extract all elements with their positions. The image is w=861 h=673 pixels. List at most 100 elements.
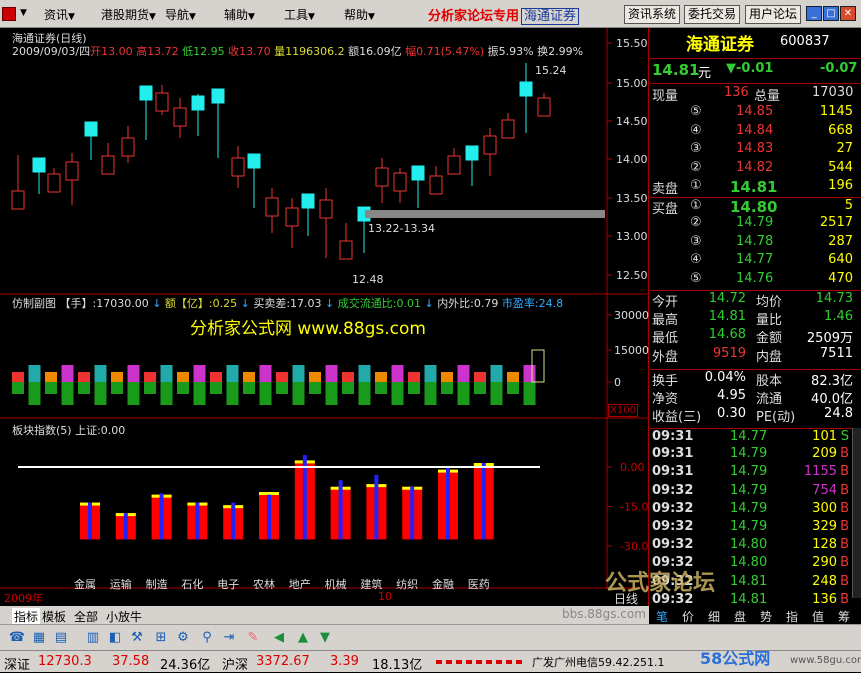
calc-icon[interactable]: ⊞ <box>152 629 170 647</box>
forum-button[interactable]: 用户论坛 <box>745 5 801 24</box>
kline-icon[interactable]: ◧ <box>106 629 124 647</box>
maximize-icon[interactable]: □ <box>823 6 839 21</box>
quote-tab[interactable]: 筹 <box>838 608 850 625</box>
news-system-button[interactable]: 资讯系统 <box>624 5 680 24</box>
quote-tab[interactable]: 值 <box>812 608 824 625</box>
phone-icon[interactable]: ☎ <box>8 629 26 647</box>
volume-line: 现量 136 总量 17030 <box>650 83 861 104</box>
level-price: 14.80 <box>730 197 778 216</box>
orderbook-row[interactable]: ② 14.79 2517 <box>650 215 861 233</box>
level-volume: 287 <box>828 233 853 249</box>
chart-icon[interactable]: ▥ <box>84 629 102 647</box>
volume-bar-up <box>309 372 321 382</box>
quote-tab[interactable]: 指 <box>786 608 798 625</box>
quote-tab[interactable]: 价 <box>682 608 694 625</box>
close-icon[interactable]: ✕ <box>840 6 856 21</box>
tab-template[interactable]: 模板 <box>42 608 66 625</box>
level-price: 14.84 <box>736 122 774 138</box>
candle-body <box>247 153 261 169</box>
chart-area[interactable]: 15.50 15.00 14.50 14.00 13.50 13.00 12.50 3000… <box>0 28 649 606</box>
menu-futures[interactable]: 港股期货▼ <box>101 6 156 23</box>
level-label: ⑤ <box>690 104 702 119</box>
orderbook-row[interactable]: ④ 14.84 668 <box>650 123 861 141</box>
candle-body <box>429 175 443 195</box>
orderbook-row[interactable]: ④ 14.77 640 <box>650 252 861 270</box>
volume-bar-up <box>78 372 90 382</box>
orderbook-row[interactable]: 买盘 ① 14.80 5 <box>650 196 861 217</box>
tools-icon[interactable]: ⚒ <box>128 629 146 647</box>
promo-banner[interactable]: 分析家论坛专用 海通证券 <box>428 5 580 25</box>
quote-tab[interactable]: 笔 <box>656 608 668 625</box>
menu-tools[interactable]: 工具▼ <box>284 6 315 23</box>
arrow-down-icon[interactable]: ▼ <box>316 629 334 647</box>
sz-index: 12730.3 <box>38 654 92 669</box>
sector-marker <box>195 502 200 540</box>
tab-xiaofangniu[interactable]: 小放牛 <box>106 608 142 625</box>
tick-row: 09:31 14.79 1155 B <box>652 464 849 480</box>
volume-bar-up <box>424 365 437 382</box>
orderbook-row[interactable]: 卖盘 ① 14.81 196 <box>650 178 861 197</box>
minimize-icon[interactable]: _ <box>806 6 822 21</box>
stat-row: 换手 0.04% 股本 82.3亿 <box>650 369 861 389</box>
candle-body <box>483 135 497 155</box>
level-label: ③ <box>690 141 702 156</box>
volume-bar-down <box>507 382 519 394</box>
volume-bar-up <box>523 365 536 382</box>
level-label: ② <box>690 159 702 175</box>
level-volume: 640 <box>828 252 853 267</box>
sector-marker <box>374 474 379 540</box>
stock-title: 海通证券 600837 <box>686 34 830 55</box>
arrow-up-icon[interactable]: ▲ <box>294 629 312 647</box>
price-tick-label: 13.50 <box>616 192 648 205</box>
arrow-left-icon[interactable]: ◀ <box>270 629 288 647</box>
sector-name: 纺织 <box>396 578 419 591</box>
candle-body <box>11 190 25 210</box>
orderbook-row[interactable]: ⑤ 14.85 1145 <box>650 104 861 122</box>
sector-marker <box>481 463 486 540</box>
volume-bar-up <box>177 372 189 382</box>
settings-icon[interactable]: ⚙ <box>174 629 192 647</box>
export-icon[interactable]: ⇥ <box>220 629 238 647</box>
volume-bar-down <box>61 382 74 405</box>
volume-bar-up <box>12 372 24 382</box>
chevron-down-icon[interactable]: ▼ <box>20 8 27 18</box>
status-bar: 深证 12730.3 37.58 24.36亿 沪深 3372.67 3.39 … <box>0 649 861 673</box>
sector-tick-label: -15.00 <box>620 501 649 514</box>
pencil-icon[interactable]: ✎ <box>244 629 262 647</box>
app-icon[interactable] <box>2 7 16 21</box>
menu-news[interactable]: 资讯▼ <box>44 6 75 23</box>
volume-bar-down <box>259 382 272 405</box>
stat-row: 最低 14.68 金额 2509万 <box>652 327 853 346</box>
forum-watermark: 公式家论坛 <box>605 571 716 596</box>
menu-help[interactable]: 帮助▼ <box>344 6 375 23</box>
tab-indicator[interactable]: 指标 <box>12 608 41 625</box>
candle-body <box>375 167 389 187</box>
side-label: 买盘 <box>652 201 679 217</box>
quote-tab[interactable]: 势 <box>760 608 772 625</box>
orderbook-row[interactable]: ③ 14.78 287 <box>650 234 861 252</box>
etf-icon[interactable]: ▤ <box>52 629 70 647</box>
orderbook-row[interactable]: ② 14.82 544 <box>650 160 861 178</box>
menu-navigate[interactable]: 导航▼ <box>165 6 196 23</box>
price-tick-label: 15.50 <box>616 37 648 50</box>
tab-all[interactable]: 全部 <box>74 608 98 625</box>
tick-row: 09:32 14.79 300 B <box>652 500 849 516</box>
trade-button[interactable]: 委托交易 <box>684 5 740 24</box>
quote-tab[interactable]: 细 <box>708 608 720 625</box>
ticks-scrollbar[interactable] <box>852 428 861 598</box>
unit-label: X100 <box>608 404 638 417</box>
orderbook-row[interactable]: ③ 14.83 27 <box>650 141 861 159</box>
menu-assist[interactable]: 辅助▼ <box>224 6 255 23</box>
sector-marker <box>88 502 92 540</box>
volume-bar-down <box>226 382 239 405</box>
orderbook-row[interactable]: ⑤ 14.76 470 <box>650 271 861 289</box>
xaxis-year: 2009年 <box>4 592 43 605</box>
grid-icon[interactable]: ▦ <box>30 629 48 647</box>
volume-bar-down <box>127 382 140 405</box>
quote-tab[interactable]: 盘 <box>734 608 746 625</box>
link-icon[interactable]: ⚲ <box>198 629 216 647</box>
volume-bar-up <box>342 372 354 382</box>
xaxis-month: 10 <box>378 590 392 603</box>
sector-name: 农林 <box>253 578 275 591</box>
sector-tick-label: -30.00 <box>620 540 649 553</box>
